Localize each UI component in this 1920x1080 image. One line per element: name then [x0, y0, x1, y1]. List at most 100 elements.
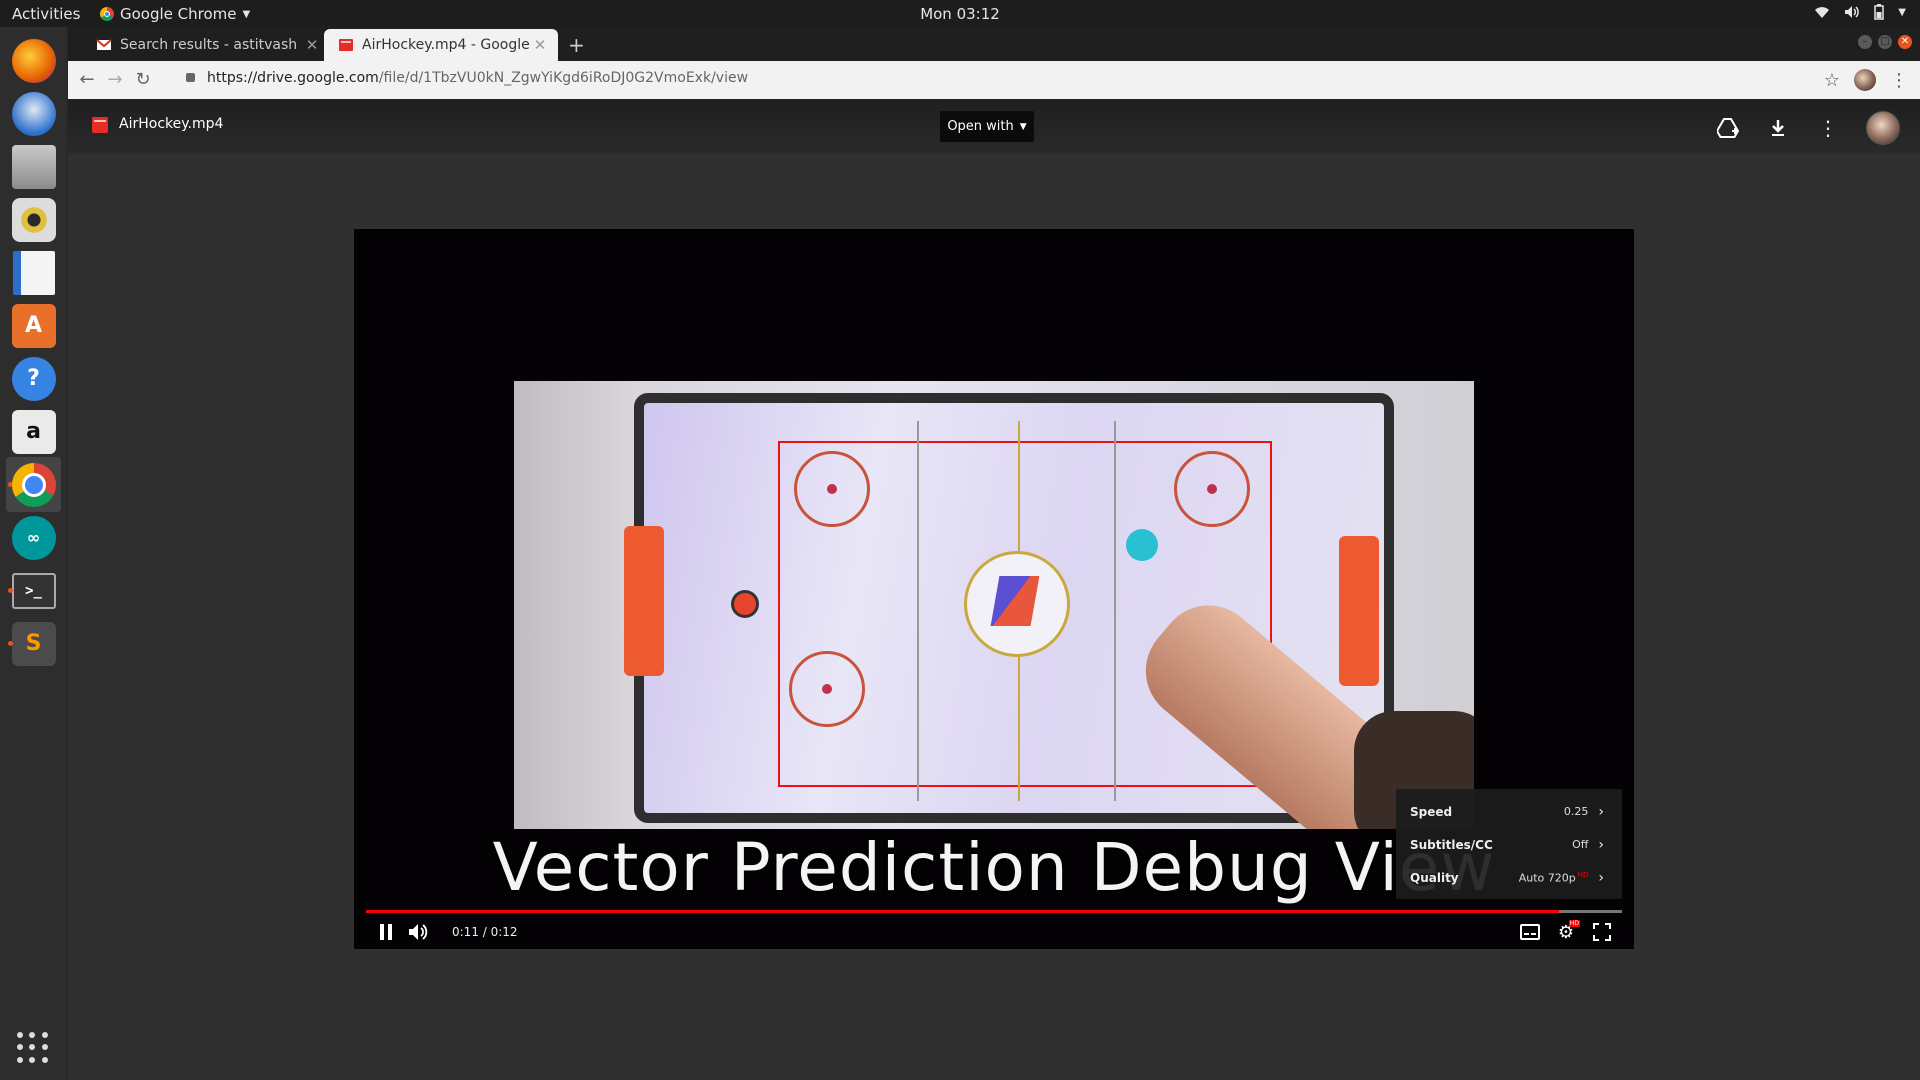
forward-arrow-icon[interactable]: → — [104, 69, 126, 91]
tab-strip: Search results - astitvash ✕ AirHockey.m… — [68, 27, 1920, 61]
open-with-button[interactable]: Open with ▼ — [940, 111, 1034, 142]
pause-icon — [379, 924, 393, 940]
writer-icon — [12, 250, 55, 295]
clock[interactable]: Mon 03:12 — [920, 5, 1000, 23]
dock-writer[interactable] — [6, 245, 61, 300]
tab-title: Search results - astitvash — [120, 37, 298, 53]
reload-icon[interactable]: ↻ — [132, 69, 154, 91]
back-arrow-icon[interactable]: ← — [76, 69, 98, 91]
center-logo — [964, 551, 1070, 657]
faceoff-circle — [794, 451, 870, 527]
volume-button[interactable] — [406, 920, 430, 944]
subtitles-icon — [1520, 924, 1540, 940]
tab-title: AirHockey.mp4 - Google D — [362, 37, 532, 53]
dock-sublime[interactable]: S — [6, 616, 61, 671]
progress-fill — [366, 910, 1560, 913]
faceoff-circle — [789, 651, 865, 727]
speed-menu-item[interactable]: Speed 0.25 › — [1396, 795, 1622, 828]
file-name: AirHockey.mp4 — [119, 116, 224, 132]
help-icon: ? — [11, 356, 56, 401]
dock-firefox[interactable] — [6, 33, 61, 88]
dock-files[interactable] — [6, 139, 61, 194]
quality-value: Auto 720p HD — [1519, 871, 1589, 885]
chrome-menu-icon[interactable]: ⋮ — [1890, 70, 1908, 91]
lock-icon — [186, 73, 195, 82]
pause-button[interactable] — [376, 920, 396, 944]
close-tab-icon[interactable]: ✕ — [532, 36, 548, 54]
rhythmbox-icon — [11, 197, 56, 242]
player-controls: 0:11 / 0:12 ⚙ HD — [354, 915, 1634, 949]
amazon-icon: a — [11, 409, 56, 454]
gnome-top-bar: Activities Google Chrome ▼ Mon 03:12 ▼ — [0, 0, 1920, 27]
software-center-icon: A — [11, 303, 56, 348]
running-indicator — [8, 641, 13, 646]
close-tab-icon[interactable]: ✕ — [304, 36, 320, 54]
firefox-icon — [11, 38, 56, 83]
subtitles-label: Subtitles/CC — [1410, 837, 1493, 852]
open-with-label: Open with — [947, 119, 1014, 134]
fullscreen-button[interactable] — [1590, 920, 1614, 944]
system-tray[interactable]: ▼ — [1814, 4, 1906, 20]
tab-gmail[interactable]: Search results - astitvash ✕ — [82, 29, 330, 61]
puck-blue — [1126, 529, 1158, 561]
maximize-icon[interactable]: □ — [1878, 35, 1892, 49]
dock-chrome[interactable] — [6, 457, 61, 512]
video-file-icon — [339, 39, 353, 51]
progress-bar[interactable] — [366, 910, 1622, 913]
gmail-icon — [96, 39, 112, 50]
dock-software-center[interactable]: A — [6, 298, 61, 353]
chevron-down-icon: ▼ — [1019, 121, 1027, 132]
quality-value-text: Auto 720p — [1518, 871, 1576, 885]
dock: A ? a ∞ >_ S — [0, 27, 68, 1080]
new-tab-icon[interactable]: + — [568, 33, 585, 57]
subtitles-value: Off — [1572, 838, 1589, 851]
sublime-icon: S — [11, 621, 56, 666]
speed-value: 0.25 — [1563, 805, 1589, 818]
dock-amazon[interactable]: a — [6, 404, 61, 459]
more-options-icon[interactable]: ⋮ — [1816, 116, 1840, 140]
running-indicator — [8, 588, 13, 593]
hd-badge: HD — [1577, 870, 1589, 879]
activities-button[interactable]: Activities — [12, 5, 80, 23]
url-host: https://drive.google.com — [207, 70, 379, 86]
window-controls: – □ ✕ — [1858, 35, 1912, 49]
subtitles-button[interactable] — [1518, 920, 1542, 944]
dock-rhythmbox[interactable] — [6, 192, 61, 247]
files-icon — [11, 144, 56, 189]
dock-arduino[interactable]: ∞ — [6, 510, 61, 565]
fullscreen-icon — [1593, 923, 1611, 941]
quality-menu-item[interactable]: Quality Auto 720p HD › — [1396, 861, 1622, 894]
chrome-icon — [11, 462, 56, 507]
time-display: 0:11 / 0:12 — [452, 925, 518, 939]
goal-right — [1339, 536, 1379, 686]
settings-button[interactable]: ⚙ HD — [1554, 919, 1581, 944]
terminal-icon: >_ — [11, 572, 56, 609]
subtitles-menu-item[interactable]: Subtitles/CC Off › — [1396, 828, 1622, 861]
dock-terminal[interactable]: >_ — [6, 563, 61, 618]
show-applications-icon[interactable] — [17, 1032, 49, 1064]
dock-thunderbird[interactable] — [6, 86, 61, 141]
minimize-icon[interactable]: – — [1858, 35, 1872, 49]
speed-label: Speed — [1410, 804, 1453, 819]
wifi-icon — [1815, 7, 1830, 18]
close-window-icon[interactable]: ✕ — [1898, 35, 1912, 49]
chevron-down-icon: ▼ — [1898, 6, 1906, 18]
address-bar[interactable]: https://drive.google.com/file/d/1TbzVU0k… — [186, 70, 748, 86]
add-to-drive-icon[interactable] — [1716, 116, 1740, 140]
gear-icon: ⚙ HD — [1557, 919, 1581, 943]
drive-viewer: AirHockey.mp4 Open with ▼ ⋮ Vector Predi… — [68, 99, 1920, 1080]
dock-help[interactable]: ? — [6, 351, 61, 406]
thunderbird-icon — [11, 91, 56, 136]
account-avatar[interactable] — [1866, 111, 1900, 145]
bookmark-star-icon[interactable]: ☆ — [1824, 70, 1840, 91]
tab-drive[interactable]: AirHockey.mp4 - Google D ✕ — [324, 29, 558, 61]
faceoff-circle — [1174, 451, 1250, 527]
volume-icon — [1845, 6, 1860, 18]
download-icon[interactable] — [1766, 116, 1790, 140]
viewer-header: AirHockey.mp4 Open with ▼ ⋮ — [68, 99, 1920, 154]
video-player[interactable]: Vector Prediction Debug View Speed 0.25 … — [354, 229, 1634, 949]
toolbar: ← → ↻ https://drive.google.com/file/d/1T… — [68, 61, 1920, 100]
profile-avatar[interactable] — [1854, 69, 1876, 91]
app-menu[interactable]: Google Chrome ▼ — [100, 5, 250, 23]
battery-icon — [1874, 4, 1885, 20]
